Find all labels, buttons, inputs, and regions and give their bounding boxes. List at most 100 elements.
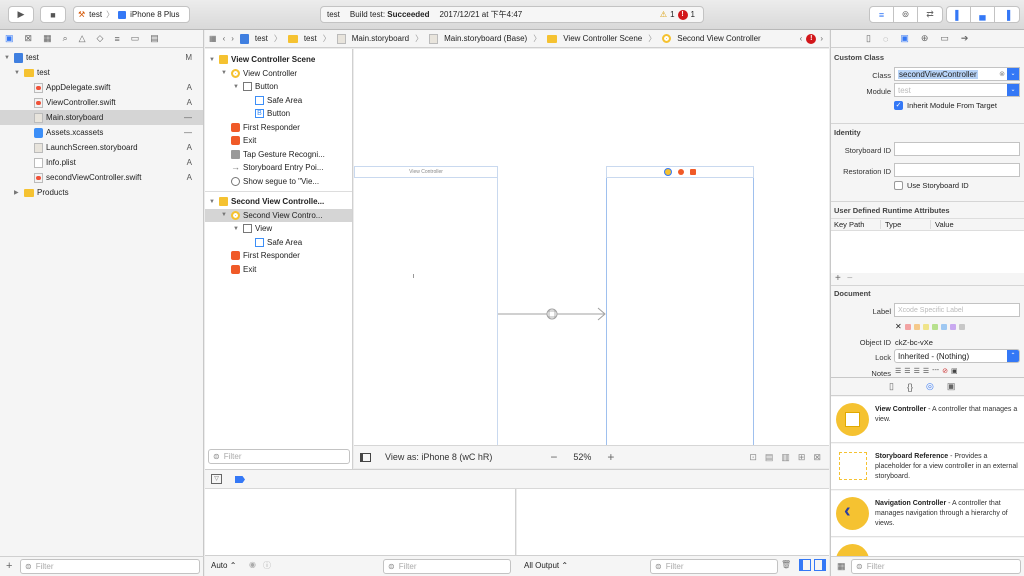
- debug-icon[interactable]: ≡: [114, 34, 119, 44]
- outline-item[interactable]: Tap Gesture Recogni...: [205, 148, 352, 162]
- folder-icon[interactable]: ▣: [5, 33, 14, 44]
- justify-icon[interactable]: ☰: [923, 367, 929, 375]
- trash-icon[interactable]: 🗑: [781, 560, 791, 569]
- debug-toggle-icon[interactable]: ▄: [971, 7, 995, 22]
- orange-swatch[interactable]: [913, 323, 920, 330]
- size-inspector-icon[interactable]: ▭: [940, 33, 949, 44]
- module-field[interactable]: test ⌄: [894, 83, 1020, 97]
- outline-item[interactable]: Exit: [205, 263, 352, 277]
- outline-filter-input[interactable]: ⊜ Filter: [208, 449, 350, 464]
- checkbox-unchecked-icon[interactable]: [894, 181, 903, 190]
- red-swatch[interactable]: [904, 323, 911, 330]
- assistant-editor-icon[interactable]: ⊚: [894, 7, 918, 22]
- stack-icon[interactable]: ▤: [765, 452, 774, 463]
- segue-arrow[interactable]: [498, 305, 608, 323]
- resolve-issues-icon[interactable]: ⊠: [813, 452, 821, 463]
- outline-item[interactable]: First Responder: [205, 249, 352, 263]
- align-center-icon[interactable]: ☰: [904, 367, 910, 375]
- outline-item[interactable]: ▼ Second View Contro...: [205, 208, 352, 222]
- library-item-navigation-controller[interactable]: ‹ Navigation Controller - A controller t…: [831, 491, 1024, 537]
- scheme-selector[interactable]: ⚒ test 〉 iPhone 8 Plus: [73, 6, 190, 23]
- list-item[interactable]: ViewController.swift A: [0, 95, 203, 110]
- zoom-in-icon[interactable]: +: [607, 450, 614, 464]
- error-icon[interactable]: !: [806, 33, 817, 44]
- outline-item[interactable]: → Storyboard Entry Poi...: [205, 161, 352, 175]
- dropdown-icon[interactable]: ⌄: [1007, 84, 1019, 96]
- restoration-id-field[interactable]: [894, 163, 1020, 177]
- file-inspector-icon[interactable]: ▯: [866, 33, 871, 44]
- disclosure-icon[interactable]: ▼: [233, 84, 241, 90]
- disclosure-icon[interactable]: ▶: [14, 189, 22, 196]
- breadcrumb-item[interactable]: Main.storyboard (Base): [429, 33, 527, 44]
- error-icon[interactable]: !: [677, 9, 688, 20]
- report-icon[interactable]: ▤: [150, 33, 159, 44]
- breakpoints-toggle-icon[interactable]: [235, 476, 245, 483]
- warning-icon[interactable]: ⚠: [660, 10, 667, 19]
- disclosure-icon[interactable]: ▼: [4, 55, 12, 61]
- use-storyboard-id-checkbox[interactable]: Use Storyboard ID: [894, 181, 969, 190]
- remove-icon[interactable]: −: [847, 273, 853, 284]
- console-view[interactable]: [517, 489, 829, 555]
- disclosure-icon[interactable]: ▼: [233, 226, 241, 232]
- blue-swatch[interactable]: [940, 323, 947, 330]
- dropdown-icon[interactable]: ⌃: [1007, 350, 1019, 362]
- runtime-attributes-table[interactable]: [831, 231, 1024, 273]
- breadcrumb-item[interactable]: View Controller Scene: [547, 34, 642, 43]
- add-icon[interactable]: +: [835, 273, 841, 284]
- vc1-view[interactable]: [354, 178, 498, 445]
- list-item[interactable]: secondViewController.swift A: [0, 170, 203, 185]
- vc1-scene-bar[interactable]: View Controller: [354, 166, 498, 178]
- attributes-inspector-icon[interactable]: ⊕: [921, 33, 929, 44]
- spacing-icon[interactable]: ---: [932, 367, 939, 375]
- forward-icon[interactable]: ›: [231, 34, 234, 43]
- previous-issue-icon[interactable]: ‹: [800, 34, 803, 43]
- pin-icon[interactable]: ⊞: [798, 452, 806, 463]
- disclosure-icon[interactable]: ▼: [221, 70, 229, 76]
- standard-editor-icon[interactable]: ≡: [870, 7, 894, 22]
- class-field[interactable]: secondViewController ⊗ ⌄: [894, 67, 1020, 81]
- yellow-swatch[interactable]: [922, 323, 929, 330]
- zoom-out-icon[interactable]: −: [550, 450, 557, 464]
- vc2-scene-bar[interactable]: [606, 166, 754, 178]
- version-editor-icon[interactable]: ⇄: [918, 7, 942, 22]
- outline-item[interactable]: Safe Area: [205, 94, 352, 108]
- list-item[interactable]: LaunchScreen.storyboard A: [0, 140, 203, 155]
- clear-icon[interactable]: ⊗: [999, 70, 1005, 78]
- green-swatch[interactable]: [931, 323, 938, 330]
- add-icon[interactable]: +: [6, 560, 12, 572]
- list-item[interactable]: Info.plist A: [0, 155, 203, 170]
- outline-item[interactable]: Show segue to "Vie...: [205, 175, 352, 189]
- no-color-icon[interactable]: ⊘: [942, 367, 948, 375]
- outline-item[interactable]: Exit: [205, 134, 352, 148]
- disclosure-icon[interactable]: ▼: [14, 70, 22, 76]
- outline-item[interactable]: First Responder: [205, 121, 352, 135]
- auto-selector[interactable]: Auto ⌃: [211, 561, 236, 570]
- checkbox-checked-icon[interactable]: ✓: [894, 101, 903, 110]
- outline-item[interactable]: ▼ View Controller Scene: [205, 53, 352, 67]
- variables-filter-input[interactable]: ⊜ Filter: [383, 559, 511, 574]
- update-frames-icon[interactable]: ⊡: [749, 452, 757, 463]
- inherit-module-checkbox[interactable]: ✓ Inherit Module From Target: [894, 101, 997, 110]
- output-selector[interactable]: All Output ⌃: [524, 561, 568, 570]
- navigator-filter-input[interactable]: ⊜ Filter: [20, 559, 200, 574]
- media-library-icon[interactable]: ▣: [947, 381, 956, 392]
- list-item[interactable]: Assets.xcassets —: [0, 125, 203, 140]
- quick-help-icon[interactable]: ◌: [883, 34, 888, 44]
- disclosure-icon[interactable]: ▼: [209, 57, 217, 63]
- library-item-storyboard-reference[interactable]: Storyboard Reference - Provides a placeh…: [831, 444, 1024, 490]
- identity-inspector-icon[interactable]: ▣: [900, 33, 909, 44]
- symbol-icon[interactable]: ▦: [43, 33, 52, 44]
- inspector-toggle-icon[interactable]: ▐: [995, 7, 1019, 22]
- outline-item[interactable]: ▼ View Controller: [205, 67, 352, 81]
- connections-inspector-icon[interactable]: ➔: [961, 33, 969, 44]
- list-item[interactable]: Main.storyboard —: [0, 110, 203, 125]
- breadcrumb-item[interactable]: Second View Controller: [662, 34, 761, 43]
- grid-view-icon[interactable]: ▦: [837, 561, 846, 572]
- list-item[interactable]: ▼ test M: [0, 50, 203, 65]
- library-item-view-controller[interactable]: View Controller - A controller that mana…: [831, 397, 1024, 443]
- outline-item[interactable]: ▼ Button: [205, 80, 352, 94]
- object-library-icon[interactable]: ◎: [926, 381, 934, 392]
- breadcrumb-item[interactable]: test: [239, 33, 268, 44]
- dropdown-icon[interactable]: ⌄: [1007, 68, 1019, 80]
- test-icon[interactable]: ◇: [97, 33, 104, 44]
